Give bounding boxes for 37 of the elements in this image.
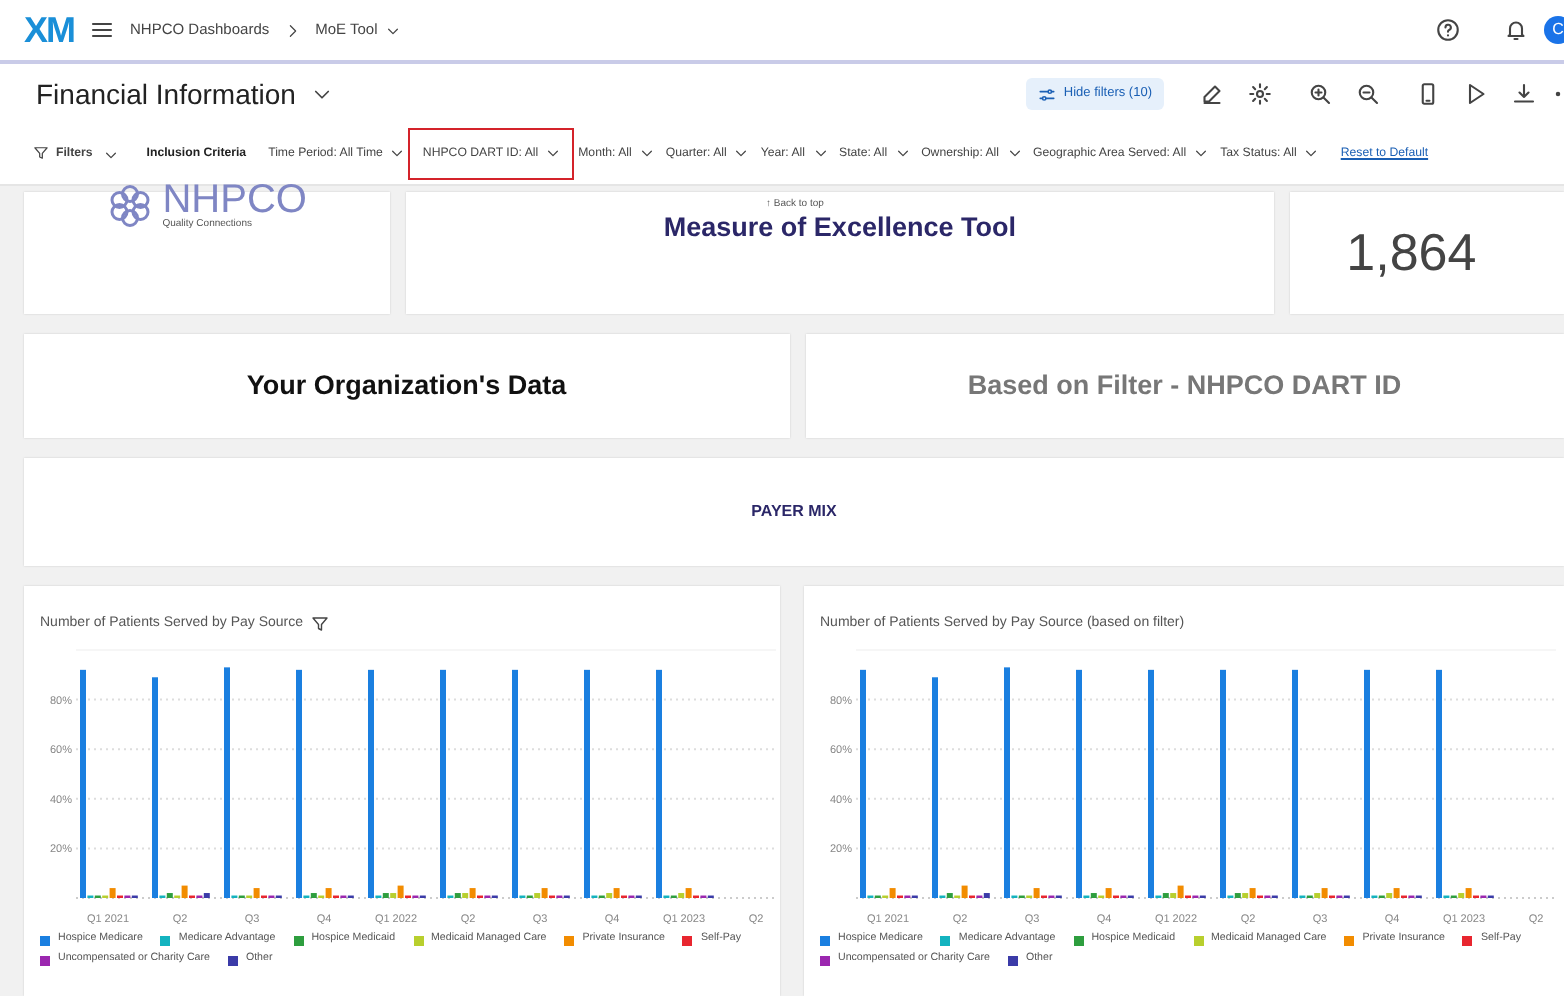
zoom-in-icon[interactable] bbox=[1308, 82, 1332, 106]
zoom-out-icon[interactable] bbox=[1356, 82, 1380, 106]
funnel-icon[interactable] bbox=[311, 616, 328, 633]
logo-text: NHPCO bbox=[162, 180, 307, 220]
caret-icon[interactable] bbox=[390, 146, 405, 161]
caret-icon[interactable] bbox=[1007, 146, 1022, 161]
count-value: 1,864 bbox=[1346, 219, 1477, 286]
edit-icon[interactable] bbox=[1200, 82, 1224, 106]
bell-icon[interactable] bbox=[1504, 18, 1528, 42]
caret-icon[interactable] bbox=[385, 23, 400, 37]
caret-icon[interactable] bbox=[546, 146, 561, 161]
flower-logo-icon bbox=[106, 181, 155, 229]
chevron-right-icon bbox=[285, 23, 300, 37]
bar[interactable] bbox=[203, 893, 210, 899]
tool-title: Measure of Excellence Tool bbox=[663, 210, 1016, 246]
caret-icon[interactable] bbox=[813, 146, 827, 161]
caret-icon[interactable] bbox=[1194, 146, 1209, 161]
sliders-icon bbox=[1037, 85, 1056, 103]
section-title: Your Organization's Data bbox=[246, 367, 567, 404]
caret-icon[interactable] bbox=[104, 147, 119, 161]
settings-icon[interactable] bbox=[1248, 82, 1272, 106]
caret-icon[interactable] bbox=[895, 146, 910, 161]
bar[interactable] bbox=[983, 893, 990, 899]
funnel-icon bbox=[34, 146, 48, 161]
caret-icon[interactable] bbox=[734, 146, 749, 161]
payer-mix-title: PAYER MIX bbox=[751, 500, 837, 525]
page-title: Financial Information bbox=[36, 77, 296, 111]
user-avatar[interactable]: C bbox=[1544, 16, 1564, 44]
download-icon[interactable] bbox=[1512, 82, 1536, 106]
caret-icon[interactable] bbox=[639, 146, 654, 161]
caret-icon[interactable] bbox=[1304, 146, 1319, 161]
logo[interactable]: XM bbox=[24, 3, 74, 57]
menu-icon[interactable] bbox=[90, 18, 114, 42]
section-title: Based on Filter - NHPCO DART ID bbox=[967, 367, 1402, 404]
play-icon[interactable] bbox=[1464, 82, 1488, 106]
mobile-icon[interactable] bbox=[1416, 82, 1440, 106]
help-icon[interactable] bbox=[1436, 18, 1460, 42]
